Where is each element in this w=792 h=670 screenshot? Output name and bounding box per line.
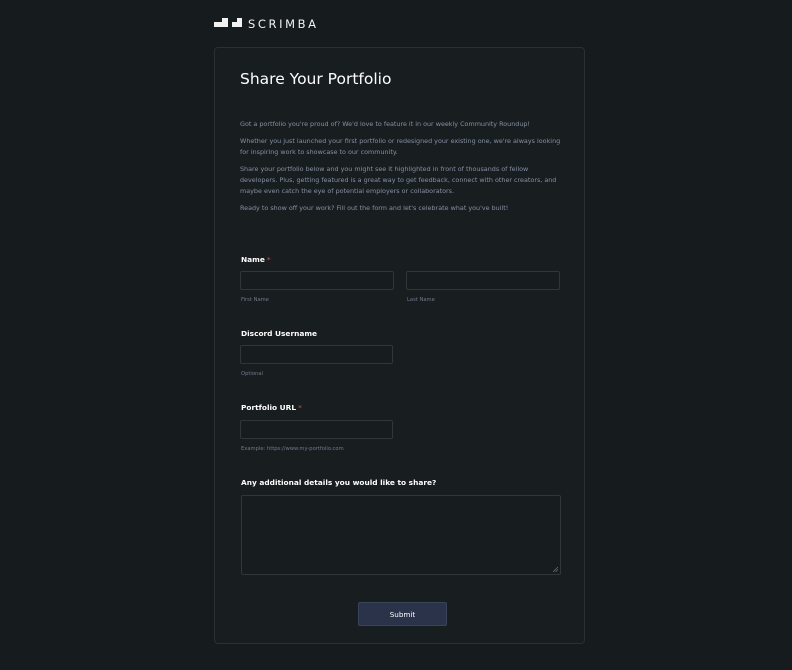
portfolio-form-card: Share Your Portfolio Got a portfolio you… xyxy=(214,47,585,644)
last-name-hint: Last Name xyxy=(407,297,435,303)
brand-name: SCRIMBA xyxy=(248,17,319,31)
required-mark: * xyxy=(266,255,271,264)
resize-handle-icon[interactable] xyxy=(553,567,558,572)
submit-button[interactable]: Submit xyxy=(358,602,447,626)
portfolio-url-input[interactable] xyxy=(240,420,393,439)
first-name-hint: First Name xyxy=(241,297,269,303)
portfolio-url-label: Portfolio URL * xyxy=(241,403,302,412)
intro-text: Got a portfolio you're proud of? We'd lo… xyxy=(240,119,566,220)
intro-paragraph: Got a portfolio you're proud of? We'd lo… xyxy=(240,120,530,128)
portfolio-url-label-text: Portfolio URL xyxy=(241,403,297,412)
discord-hint: Optional xyxy=(241,371,263,377)
scrimba-logo[interactable]: SCRIMBA xyxy=(214,16,319,32)
first-name-input[interactable] xyxy=(240,271,394,290)
portfolio-url-hint: Example: https://www.my-portfolio.com xyxy=(241,446,344,452)
intro-paragraph: Whether you just launched your first por… xyxy=(240,137,561,156)
scrimba-logo-icon xyxy=(214,18,242,27)
discord-username-input[interactable] xyxy=(240,345,393,364)
details-label: Any additional details you would like to… xyxy=(241,478,437,487)
intro-paragraph: Share your portfolio below and you might… xyxy=(240,165,557,195)
intro-paragraph: Ready to show off your work? Fill out th… xyxy=(240,204,509,212)
page-title: Share Your Portfolio xyxy=(240,70,392,88)
details-textarea[interactable] xyxy=(241,495,561,575)
name-label: Name * xyxy=(241,255,271,264)
discord-label: Discord Username xyxy=(241,329,318,338)
last-name-input[interactable] xyxy=(406,271,560,290)
required-mark: * xyxy=(298,403,302,412)
name-label-text: Name xyxy=(241,255,265,264)
